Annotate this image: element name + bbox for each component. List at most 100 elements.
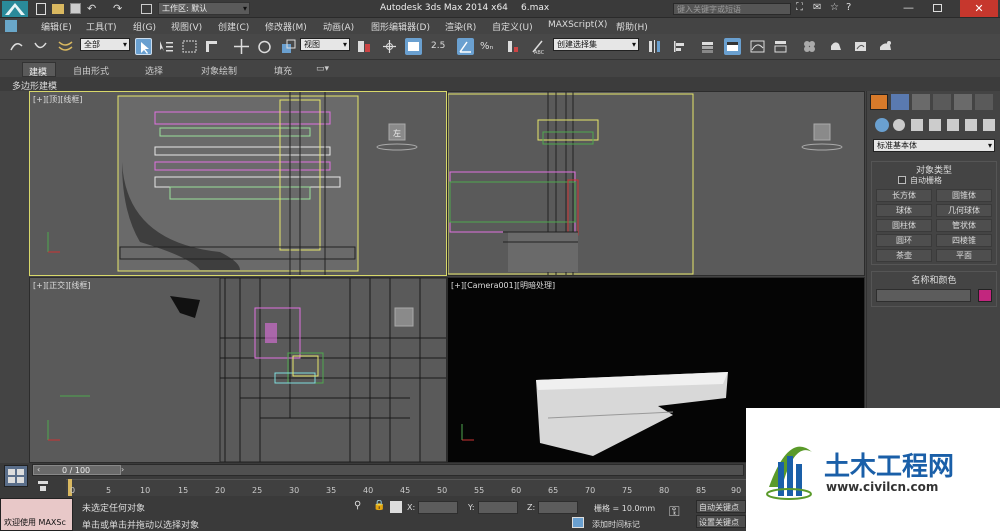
- shapes-category-icon[interactable]: [893, 119, 905, 131]
- hold-icon[interactable]: [141, 4, 152, 14]
- trackbar-filter-icon[interactable]: [36, 479, 50, 493]
- object-color-swatch[interactable]: [978, 289, 992, 302]
- pyramid-button[interactable]: 四棱锥: [936, 234, 992, 247]
- auto-key-button[interactable]: 自动关键点: [696, 500, 746, 513]
- menu-rendering[interactable]: 渲染(R): [445, 20, 476, 33]
- pivot-center-icon[interactable]: [355, 38, 372, 55]
- new-file-icon[interactable]: [36, 3, 46, 15]
- menu-graph-editors[interactable]: 图形编辑器(D): [371, 20, 430, 33]
- scale-icon[interactable]: [280, 38, 297, 55]
- menu-customize[interactable]: 自定义(U): [492, 20, 533, 33]
- material-editor-icon[interactable]: [801, 38, 818, 55]
- cylinder-button[interactable]: 圆柱体: [876, 219, 932, 232]
- z-coordinate-field[interactable]: [538, 501, 578, 514]
- add-time-tag-icon[interactable]: [572, 517, 584, 528]
- angle-snap-icon[interactable]: [457, 38, 474, 55]
- communication-icon[interactable]: ✉: [813, 2, 821, 13]
- search-input[interactable]: 键入关键字或短语: [673, 3, 791, 15]
- modify-tab-icon[interactable]: [891, 94, 909, 110]
- box-button[interactable]: 长方体: [876, 189, 932, 202]
- reference-coordinate-dropdown[interactable]: 视图: [300, 38, 350, 51]
- add-time-tag[interactable]: 添加时间标记: [592, 519, 640, 530]
- restore-icon[interactable]: [933, 4, 942, 12]
- utilities-tab-icon[interactable]: [975, 94, 993, 110]
- time-slider-thumb[interactable]: 0 / 100: [33, 465, 121, 475]
- time-slider[interactable]: 0 / 100 ‹ ›: [32, 464, 744, 476]
- spinner-snap-icon[interactable]: [504, 38, 521, 55]
- hierarchy-tab-icon[interactable]: [912, 94, 930, 110]
- layer-manager-icon[interactable]: [699, 38, 716, 55]
- menu-modifiers[interactable]: 修改器(M): [265, 20, 307, 33]
- unlink-icon[interactable]: [32, 38, 49, 55]
- menu-edit[interactable]: 编辑(E): [41, 20, 72, 33]
- viewport-front[interactable]: [+][正交][线框]: [29, 277, 447, 463]
- edit-named-selection-icon[interactable]: ABC: [530, 38, 547, 56]
- close-icon[interactable]: ✕: [960, 0, 998, 17]
- absolute-mode-icon[interactable]: [390, 501, 402, 513]
- menu-maxscript[interactable]: MAXScript(X): [548, 20, 607, 30]
- graphite-toolbar-icon[interactable]: [724, 38, 741, 55]
- viewport-layout-icon[interactable]: [4, 465, 28, 487]
- snap-toggle[interactable]: 2.5: [431, 38, 448, 55]
- ribbon-options-icon[interactable]: ▭▾: [316, 64, 329, 74]
- move-icon[interactable]: [233, 38, 250, 55]
- torus-button[interactable]: 圆环: [876, 234, 932, 247]
- keyboard-shortcut-toggle-icon[interactable]: [405, 38, 422, 55]
- redo-icon[interactable]: ↷: [113, 2, 122, 15]
- slider-next-icon[interactable]: ›: [121, 465, 124, 474]
- workspace-dropdown[interactable]: 工作区: 默认: [158, 2, 250, 15]
- plane-button[interactable]: 平面: [936, 249, 992, 262]
- menu-animation[interactable]: 动画(A): [323, 20, 354, 33]
- name-color-title[interactable]: 名称和颜色: [872, 273, 996, 286]
- tab-populate[interactable]: 填充: [274, 64, 292, 77]
- lock-selection-icon[interactable]: 🔒: [373, 500, 385, 511]
- geometry-category-icon[interactable]: [875, 118, 889, 132]
- render-production-icon[interactable]: [877, 38, 894, 55]
- tube-button[interactable]: 管状体: [936, 219, 992, 232]
- isolate-icon[interactable]: ⚲: [354, 500, 361, 511]
- rotate-icon[interactable]: [256, 38, 273, 55]
- geosphere-button[interactable]: 几何球体: [936, 204, 992, 217]
- mirror-icon[interactable]: [646, 38, 663, 55]
- help-icon[interactable]: ?: [846, 2, 851, 13]
- helpers-category-icon[interactable]: [947, 119, 959, 131]
- select-object-icon[interactable]: [135, 38, 152, 55]
- star-icon[interactable]: ☆: [830, 2, 839, 13]
- open-file-icon[interactable]: [52, 4, 64, 14]
- rendered-frame-icon[interactable]: [852, 38, 869, 55]
- rectangular-selection-icon[interactable]: [181, 38, 198, 55]
- binoculars-icon[interactable]: ⛶: [796, 2, 803, 13]
- cameras-category-icon[interactable]: [929, 119, 941, 131]
- object-name-field[interactable]: [876, 289, 971, 302]
- viewport-top[interactable]: [+][顶][线框] 左: [29, 91, 447, 276]
- select-by-name-icon[interactable]: [157, 38, 174, 55]
- undo-icon[interactable]: ↶: [87, 2, 96, 15]
- y-coordinate-field[interactable]: [478, 501, 518, 514]
- spacewarps-category-icon[interactable]: [965, 119, 977, 131]
- tab-modeling[interactable]: 建模: [22, 62, 56, 78]
- display-tab-icon[interactable]: [954, 94, 972, 110]
- set-key-icon[interactable]: ⚿: [669, 504, 680, 520]
- tab-selection[interactable]: 选择: [145, 64, 163, 77]
- menu-icon[interactable]: [5, 20, 17, 32]
- select-manipulate-icon[interactable]: [381, 38, 398, 55]
- named-selection-dropdown[interactable]: 创建选择集: [553, 38, 639, 51]
- bind-space-warp-icon[interactable]: [57, 38, 74, 55]
- align-icon[interactable]: [671, 38, 688, 55]
- slider-prev-icon[interactable]: ‹: [37, 465, 40, 474]
- window-crossing-icon[interactable]: [203, 38, 220, 55]
- motion-tab-icon[interactable]: [933, 94, 951, 110]
- tab-freeform[interactable]: 自由形式: [73, 64, 109, 77]
- percent-snap-icon[interactable]: %ₙ: [480, 38, 497, 55]
- maxscript-listener[interactable]: 欢迎使用 MAXSc: [0, 498, 73, 531]
- menu-views[interactable]: 视图(V): [171, 20, 202, 33]
- autogrid-checkbox[interactable]: [898, 176, 906, 184]
- save-file-icon[interactable]: [70, 3, 81, 14]
- render-setup-icon[interactable]: [827, 38, 844, 55]
- tab-object-paint[interactable]: 对象绘制: [201, 64, 237, 77]
- menu-create[interactable]: 创建(C): [218, 20, 249, 33]
- x-coordinate-field[interactable]: [418, 501, 458, 514]
- teapot-button[interactable]: 茶壶: [876, 249, 932, 262]
- undo-link-icon[interactable]: [8, 38, 25, 55]
- set-key-button[interactable]: 设置关键点: [696, 515, 746, 528]
